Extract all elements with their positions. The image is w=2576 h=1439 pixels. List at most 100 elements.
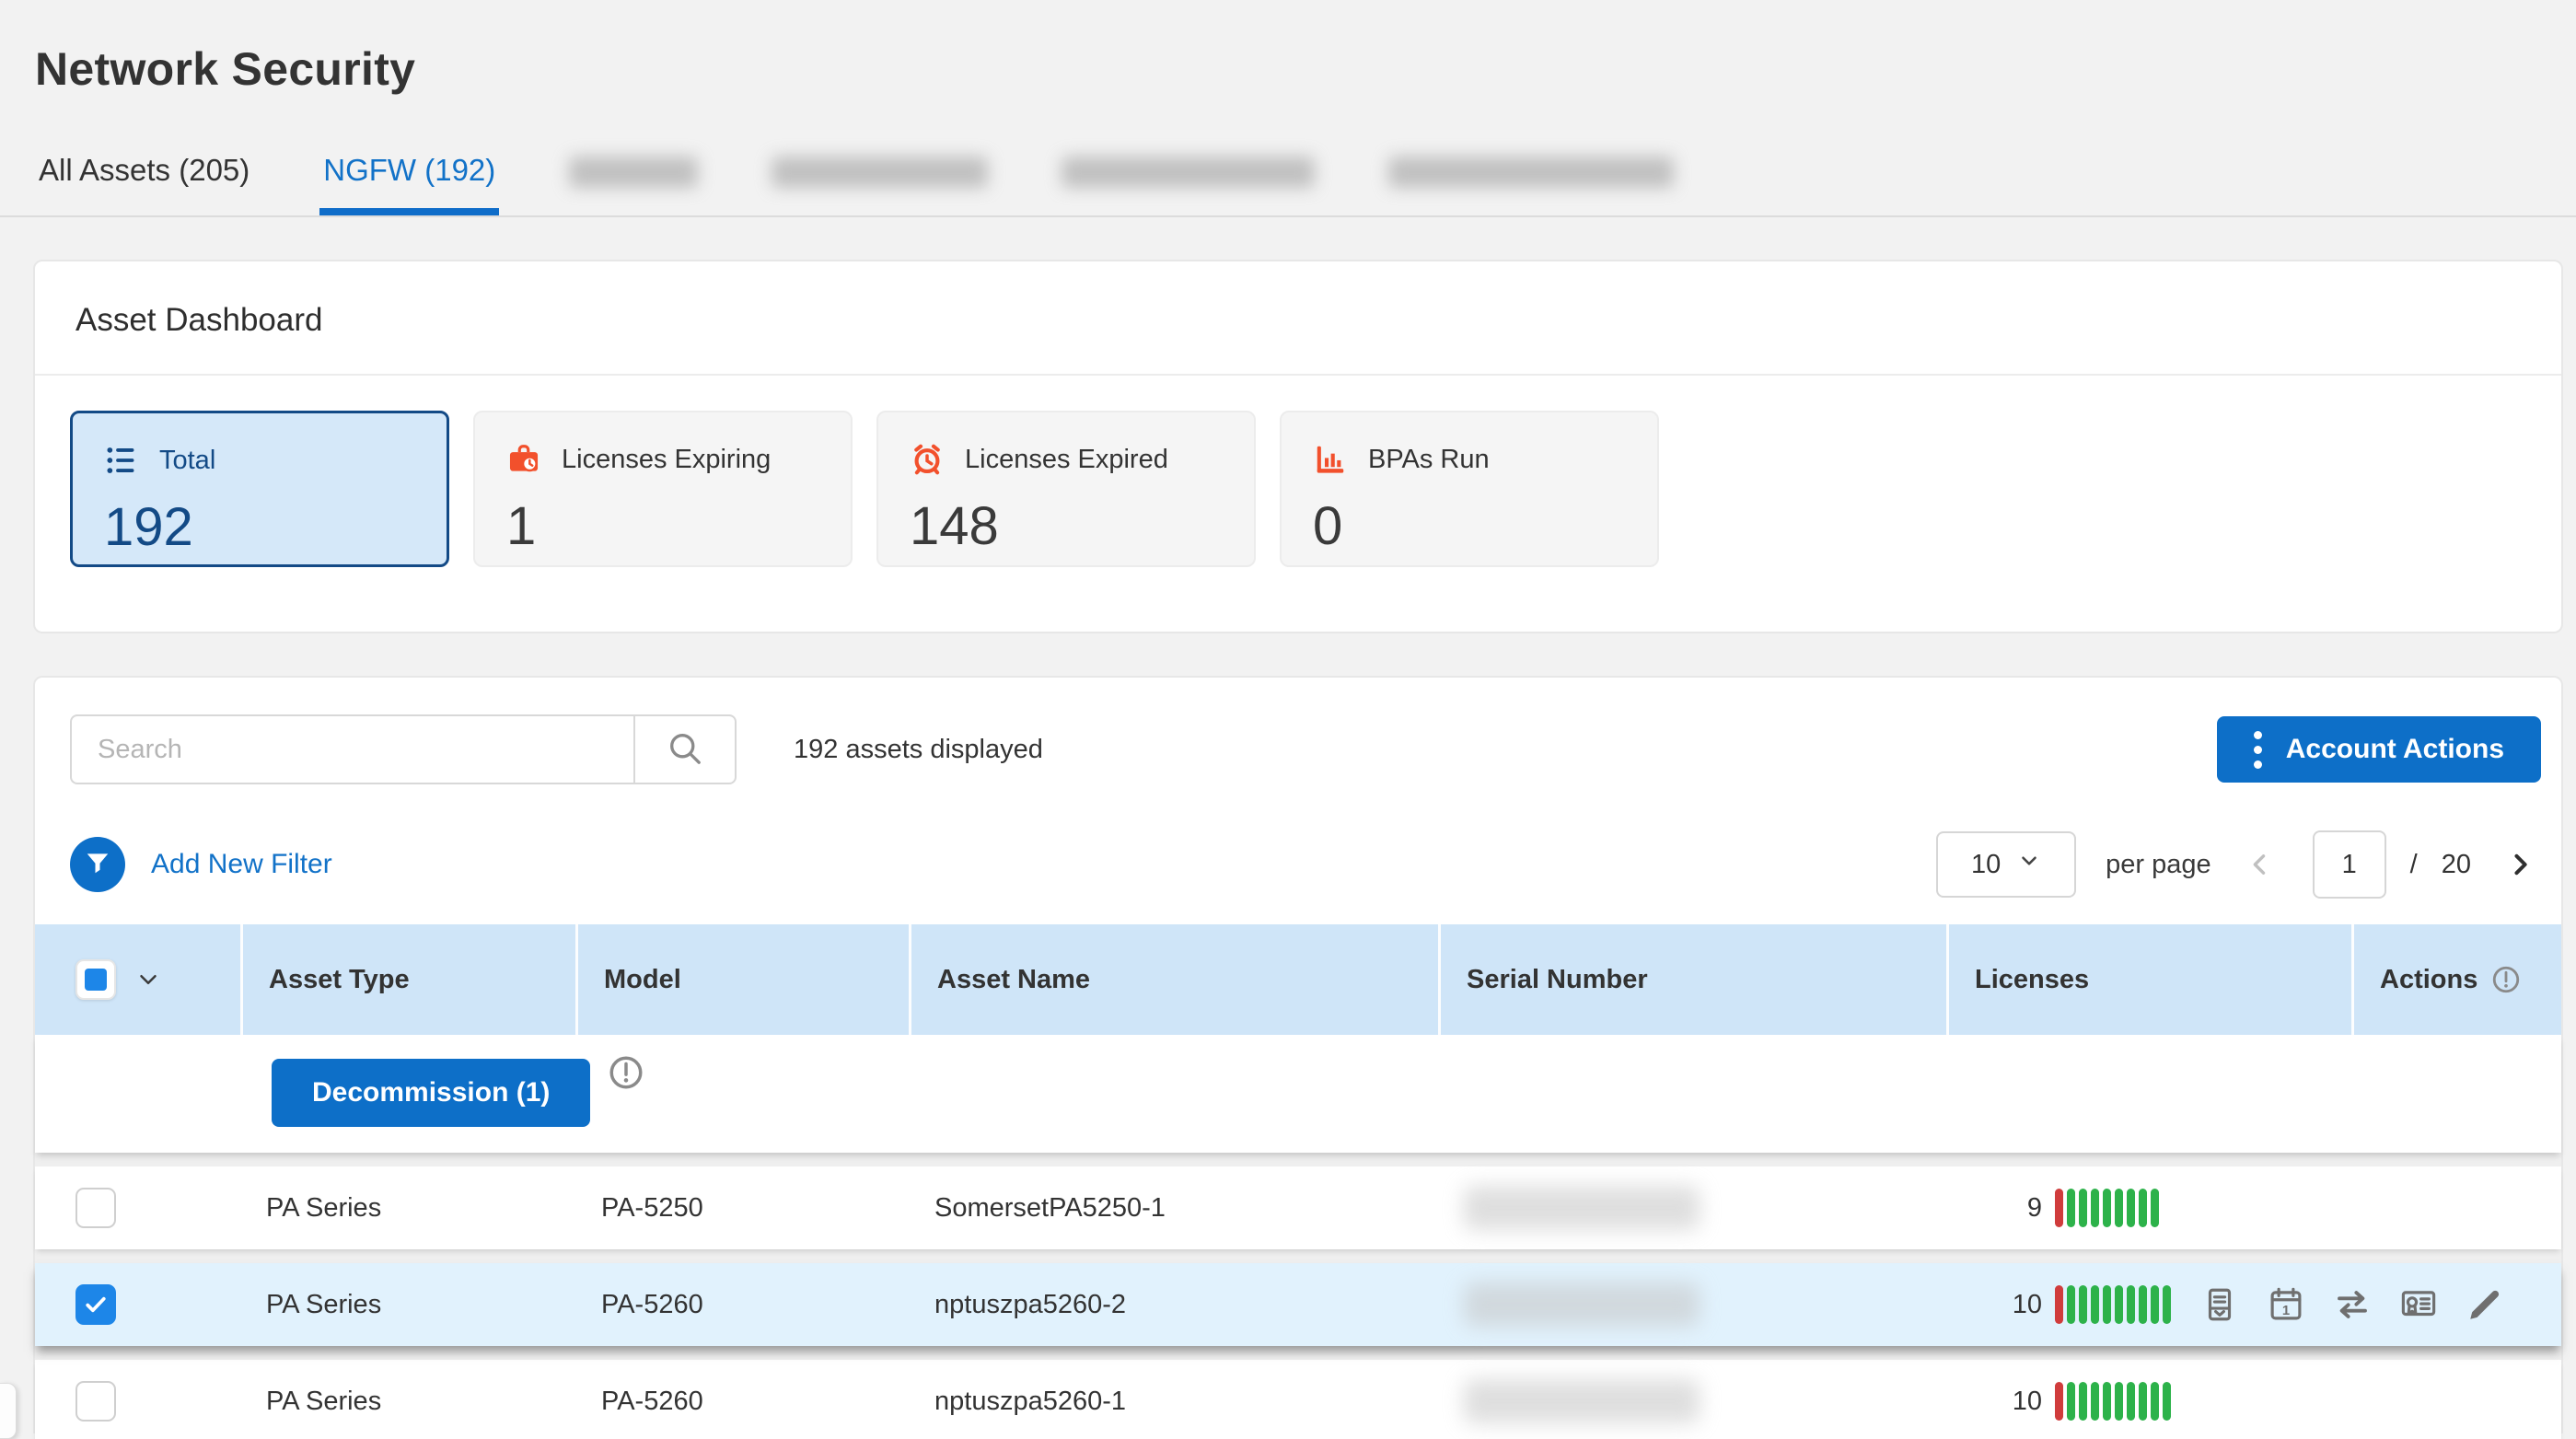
cell-asset-name: nptuszpa5260-1 [909,1387,1438,1417]
header-asset-type[interactable]: Asset Type [240,924,575,1035]
funnel-icon [84,850,111,880]
row-checkbox-checked[interactable] [75,1284,116,1325]
dashboard-cards: Total 192 Licenses Expiring 1 [35,376,2561,632]
license-bar-green [2067,1382,2075,1421]
header-model[interactable]: Model [575,924,909,1035]
list-icon [104,443,139,478]
assets-table-panel: 192 assets displayed Account Actions Add… [33,676,2563,1433]
license-bar-green [2067,1285,2075,1324]
search-input[interactable] [70,714,633,784]
table-row: PA Series PA-5250 SomersetPA5250-1 9 [35,1166,2561,1249]
page-separator: / [2410,850,2418,880]
license-bar-red [2055,1189,2063,1227]
chat-widget-fragment[interactable] [0,1383,17,1439]
header-serial-number[interactable]: Serial Number [1438,924,1946,1035]
decommission-button[interactable]: Decommission (1) [272,1059,590,1127]
license-bar-green [2163,1382,2171,1421]
license-count: 10 [1946,1290,2042,1320]
add-new-filter-link[interactable]: Add New Filter [151,849,332,880]
tab-blurred-1[interactable] [565,157,702,215]
license-bar-green [2139,1285,2147,1324]
filter-row: Add New Filter 10 per page / 20 [35,784,2561,899]
license-bars [2055,1285,2171,1324]
transfer-icon[interactable] [2333,1285,2372,1324]
alarm-clock-icon [910,442,945,477]
license-bar-green [2139,1189,2147,1227]
network-security-page: Network Security All Assets (205) NGFW (… [0,0,2576,1439]
card-value: 1 [506,495,851,557]
prev-page-icon[interactable] [2245,849,2276,880]
license-bar-green [2103,1382,2111,1421]
edit-icon[interactable] [2466,1285,2504,1324]
actions-info-icon[interactable] [2490,964,2522,995]
cell-model: PA-5260 [575,1387,909,1417]
license-bar-green [2115,1382,2123,1421]
search-button[interactable] [633,714,737,784]
card-total[interactable]: Total 192 [70,411,449,567]
page-title: Network Security [0,0,2576,96]
per-page-select[interactable]: 10 [1936,831,2076,898]
decommission-info-icon[interactable] [607,1053,645,1092]
license-bar-green [2079,1189,2087,1227]
license-bar-green [2127,1285,2135,1324]
license-bar-green [2151,1382,2159,1421]
license-bar-green [2139,1382,2147,1421]
tab-blurred-4[interactable] [1385,157,1677,215]
license-count: 9 [1946,1193,2042,1224]
row-actions: 1 [2175,1285,2504,1324]
tab-all-assets[interactable]: All Assets (205) [35,153,253,215]
card-label: BPAs Run [1368,445,1490,475]
total-pages: 20 [2442,850,2471,880]
chevron-down-icon [2017,849,2041,880]
tab-ngfw[interactable]: NGFW (192) [319,153,499,215]
license-bar-green [2103,1189,2111,1227]
card-licenses-expiring[interactable]: Licenses Expiring 1 [473,411,853,567]
license-bar-green [2091,1285,2099,1324]
kebab-icon [2254,731,2262,769]
card-label: Licenses Expired [965,445,1168,475]
svg-text:1: 1 [2282,1304,2290,1318]
select-all-checkbox[interactable] [75,959,116,1000]
account-actions-button[interactable]: Account Actions [2217,716,2541,783]
tab-blurred-3[interactable] [1058,157,1318,215]
header-licenses[interactable]: Licenses [1946,924,2351,1035]
row-checkbox[interactable] [75,1188,116,1228]
license-bar-green [2151,1285,2159,1324]
card-licenses-expired[interactable]: Licenses Expired 148 [876,411,1256,567]
license-bar-green [2067,1189,2075,1227]
cell-asset-name: nptuszpa5260-2 [909,1290,1438,1320]
license-bar-green [2079,1285,2087,1324]
calendar-icon[interactable]: 1 [2267,1285,2305,1324]
cell-asset-type: PA Series [240,1290,575,1320]
table-row-selected: PA Series PA-5260 nptuszpa5260-2 10 1 [35,1263,2561,1346]
license-bar-green [2091,1382,2099,1421]
current-page-input[interactable] [2313,830,2386,899]
license-count: 10 [1946,1387,2042,1417]
search-group [70,714,737,784]
search-icon [665,728,705,772]
row-checkbox[interactable] [75,1381,116,1422]
cell-model: PA-5250 [575,1193,909,1224]
license-bar-green [2151,1189,2159,1227]
header-actions: Actions [2380,965,2477,995]
license-bar-green [2115,1285,2123,1324]
tab-blurred-2[interactable] [768,157,992,215]
header-asset-name[interactable]: Asset Name [909,924,1438,1035]
license-bar-green [2091,1189,2099,1227]
license-bars [2055,1189,2159,1227]
device-summary-icon[interactable] [2200,1285,2239,1324]
select-menu-chevron-icon[interactable] [134,966,162,993]
filter-button[interactable] [70,837,125,892]
cell-asset-type: PA Series [240,1193,575,1224]
bar-chart-icon [1313,442,1348,477]
next-page-icon[interactable] [2504,849,2535,880]
blurred-text [1062,157,1315,188]
card-bpas-run[interactable]: BPAs Run 0 [1280,411,1659,567]
serial-number-redacted [1464,1282,1700,1327]
asset-dashboard-title: Asset Dashboard [35,261,2561,376]
card-value: 0 [1313,495,1657,557]
certificate-icon[interactable] [2399,1285,2438,1324]
blurred-text [569,157,698,188]
cell-asset-type: PA Series [240,1387,575,1417]
card-value: 192 [104,496,447,558]
